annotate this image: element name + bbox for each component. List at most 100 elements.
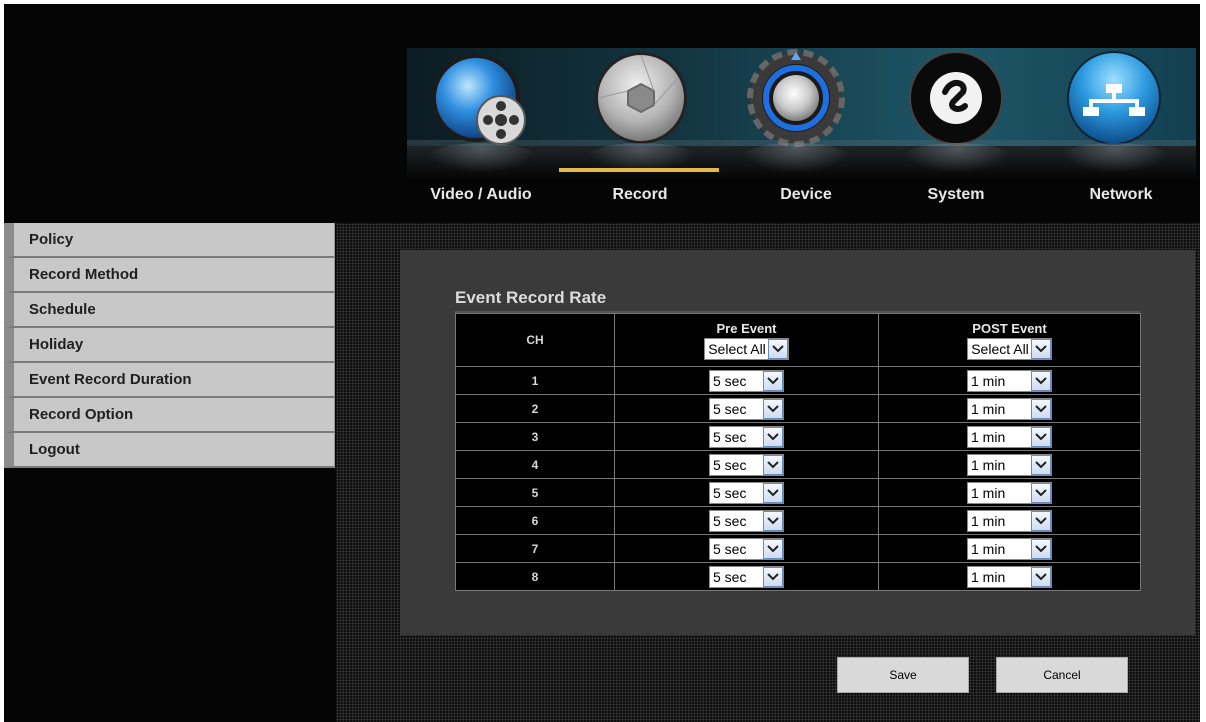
pre-event-select-all[interactable]: Select All (704, 337, 789, 360)
chevron-down-icon (763, 370, 783, 391)
chevron-down-icon (763, 426, 783, 447)
sidebar-item-logout[interactable]: Logout (4, 433, 335, 468)
sidebar-item-policy[interactable]: Policy (4, 223, 335, 258)
table-row: 8 5 sec 1 min (455, 562, 1141, 591)
chevron-down-icon (763, 482, 783, 503)
chevron-down-icon (1031, 426, 1051, 447)
save-button[interactable]: Save (837, 657, 969, 693)
table-row: 3 5 sec 1 min (455, 422, 1141, 451)
chevron-down-icon (1031, 482, 1051, 503)
event-record-rate-table: CH Pre Event Select All POST Event Selec… (455, 313, 1141, 591)
channel-cell: 8 (455, 562, 615, 591)
channel-cell: 3 (455, 422, 615, 451)
pre-event-label: Pre Event (716, 320, 777, 336)
channel-cell: 2 (455, 394, 615, 423)
chevron-down-icon (763, 566, 783, 587)
tab-video-audio[interactable]: Video / Audio (416, 186, 546, 204)
sidebar-item-event-record-duration[interactable]: Event Record Duration (4, 363, 335, 398)
post-event-cell: 1 min (878, 478, 1141, 507)
video-audio-icon-reflection (427, 143, 537, 173)
post-event-select-all-value: Select All (971, 340, 1029, 357)
post-event-value: 1 min (971, 540, 1006, 557)
tab-network[interactable]: Network (1056, 186, 1186, 204)
post-event-select[interactable]: 1 min (967, 509, 1052, 532)
pre-event-select[interactable]: 5 sec (709, 565, 784, 588)
channel-cell: 7 (455, 534, 615, 563)
record-icon[interactable] (578, 48, 704, 148)
post-event-column-header: POST Event Select All (878, 313, 1141, 367)
network-icon[interactable] (1051, 48, 1177, 148)
chevron-down-icon (763, 538, 783, 559)
post-event-value: 1 min (971, 484, 1006, 501)
pre-event-value: 5 sec (713, 400, 747, 417)
pre-event-value: 5 sec (713, 456, 747, 473)
table-row: 1 5 sec 1 min (455, 366, 1141, 395)
post-event-cell: 1 min (878, 422, 1141, 451)
chevron-down-icon (767, 338, 788, 359)
pre-event-cell: 5 sec (614, 534, 879, 563)
table-body: 15 sec 1 min 2 5 sec 1 min 3 5 sec 1 min 4 5 sec 1… (455, 366, 1141, 591)
pre-event-cell: 5 sec (614, 506, 879, 535)
pre-event-select[interactable]: 5 sec (709, 397, 784, 420)
pre-event-cell: 5 sec (614, 366, 879, 395)
post-event-value: 1 min (971, 372, 1006, 389)
active-tab-indicator (559, 168, 719, 172)
chevron-down-icon (1030, 338, 1051, 359)
chevron-down-icon (1031, 566, 1051, 587)
device-icon-reflection (741, 143, 851, 173)
table-row: 2 5 sec 1 min (455, 394, 1141, 423)
sidebar-item-record-method[interactable]: Record Method (4, 258, 335, 293)
tab-system[interactable]: System (891, 186, 1021, 204)
chevron-down-icon (763, 398, 783, 419)
post-event-select[interactable]: 1 min (967, 481, 1052, 504)
pre-event-select[interactable]: 5 sec (709, 453, 784, 476)
post-event-select[interactable]: 1 min (967, 369, 1052, 392)
table-row: 4 5 sec 1 min (455, 450, 1141, 479)
tab-record[interactable]: Record (575, 186, 705, 204)
chevron-down-icon (763, 510, 783, 531)
sidebar-item-schedule[interactable]: Schedule (4, 293, 335, 328)
post-event-select[interactable]: 1 min (967, 537, 1052, 560)
sidebar-item-record-option[interactable]: Record Option (4, 398, 335, 433)
table-row: 7 5 sec 1 min (455, 534, 1141, 563)
post-event-value: 1 min (971, 568, 1006, 585)
chevron-down-icon (763, 454, 783, 475)
chevron-down-icon (1031, 538, 1051, 559)
post-event-select[interactable]: 1 min (967, 565, 1052, 588)
video-audio-icon[interactable] (418, 48, 544, 148)
pre-event-select[interactable]: 5 sec (709, 481, 784, 504)
pre-event-select[interactable]: 5 sec (709, 537, 784, 560)
channel-cell: 4 (455, 450, 615, 479)
post-event-select[interactable]: 1 min (967, 425, 1052, 448)
post-event-select[interactable]: 1 min (967, 453, 1052, 476)
sidebar-item-holiday[interactable]: Holiday (4, 328, 335, 363)
post-event-select[interactable]: 1 min (967, 397, 1052, 420)
chevron-down-icon (1031, 510, 1051, 531)
pre-event-cell: 5 sec (614, 450, 879, 479)
pre-event-select[interactable]: 5 sec (709, 509, 784, 532)
device-icon[interactable] (733, 48, 859, 148)
channel-cell: 1 (455, 366, 615, 395)
post-event-cell: 1 min (878, 366, 1141, 395)
post-event-value: 1 min (971, 512, 1006, 529)
pre-event-select-all-value: Select All (708, 340, 766, 357)
pre-event-value: 5 sec (713, 568, 747, 585)
post-event-cell: 1 min (878, 394, 1141, 423)
chevron-down-icon (1031, 398, 1051, 419)
pre-event-cell: 5 sec (614, 562, 879, 591)
system-icon-reflection (902, 143, 1012, 173)
pre-event-select[interactable]: 5 sec (709, 425, 784, 448)
chevron-down-icon (1031, 370, 1051, 391)
post-event-cell: 1 min (878, 506, 1141, 535)
post-event-value: 1 min (971, 428, 1006, 445)
pre-event-select[interactable]: 5 sec (709, 369, 784, 392)
post-event-cell: 1 min (878, 562, 1141, 591)
post-event-select-all[interactable]: Select All (967, 337, 1052, 360)
post-event-cell: 1 min (878, 534, 1141, 563)
sidebar: Policy Record Method Schedule Holiday Ev… (4, 223, 335, 468)
system-icon[interactable] (893, 48, 1019, 148)
pre-event-column-header: Pre Event Select All (614, 313, 879, 367)
cancel-button[interactable]: Cancel (996, 657, 1128, 693)
tab-device[interactable]: Device (741, 186, 871, 204)
post-event-value: 1 min (971, 400, 1006, 417)
